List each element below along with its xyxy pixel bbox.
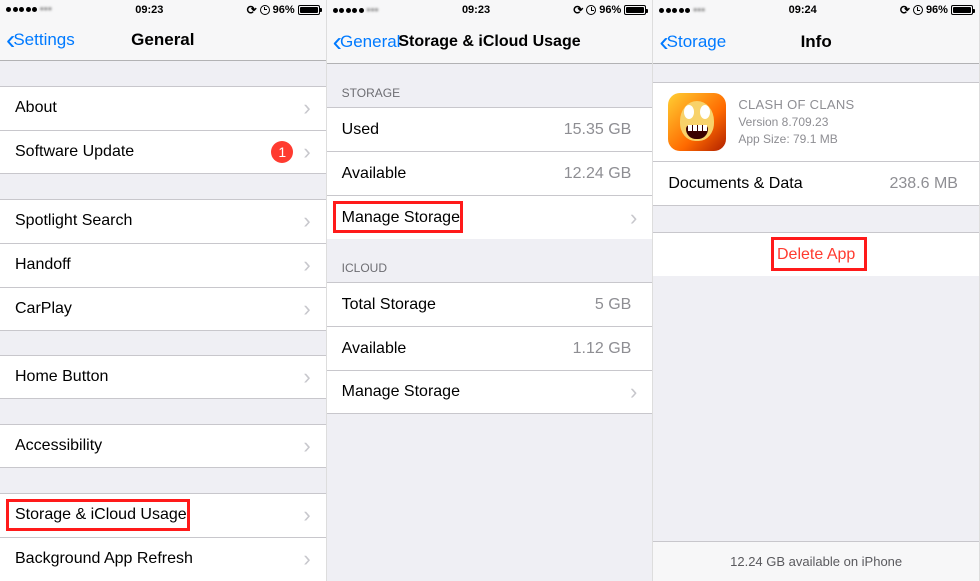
update-badge: 1 (271, 141, 293, 163)
back-label: Settings (13, 30, 74, 50)
nav-bar: ‹ General Storage & iCloud Usage (327, 20, 653, 64)
rotation-lock-icon: ⟳ (247, 5, 257, 15)
status-time: 09:23 (135, 4, 163, 16)
nav-bar: ‹ Storage Info (653, 20, 979, 64)
row-value: 5 GB (595, 296, 631, 314)
chevron-right-icon: › (303, 257, 310, 273)
row-spotlight[interactable]: Spotlight Search › (0, 199, 326, 243)
status-bar: ▪▪▪ 09:24 ⟳ 96% (653, 0, 979, 20)
battery-pct: 96% (273, 4, 295, 16)
row-manage-storage[interactable]: Manage Storage › (327, 195, 653, 239)
row-value: 15.35 GB (564, 121, 632, 139)
row-label: Manage Storage (342, 383, 630, 401)
status-bar: ▪▪▪ 09:23 ⟳ 96% (327, 0, 653, 20)
battery-icon (951, 5, 973, 15)
app-version: Version 8.709.23 (738, 114, 854, 131)
status-time: 09:24 (789, 4, 817, 16)
battery-icon (624, 5, 646, 15)
row-label: Software Update (15, 143, 271, 161)
group-header-storage: Storage (327, 64, 653, 107)
status-time: 09:23 (462, 4, 490, 16)
row-label: Documents & Data (668, 175, 889, 193)
row-handoff[interactable]: Handoff › (0, 243, 326, 287)
row-label: Background App Refresh (15, 550, 303, 568)
nav-bar: ‹ Settings General (0, 19, 326, 61)
app-size: App Size: 79.1 MB (738, 131, 854, 148)
alarm-icon (260, 5, 270, 15)
rotation-lock-icon: ⟳ (900, 5, 910, 15)
screen-app-info: ▪▪▪ 09:24 ⟳ 96% ‹ Storage Info CLASH OF … (653, 0, 980, 581)
row-label: Storage & iCloud Usage (15, 506, 303, 524)
app-info-card: CLASH OF CLANS Version 8.709.23 App Size… (653, 82, 979, 162)
chevron-right-icon: › (303, 551, 310, 567)
row-label: About (15, 99, 303, 117)
carrier-label: ▪▪▪ (367, 5, 379, 16)
alarm-icon (913, 5, 923, 15)
battery-pct: 96% (926, 4, 948, 16)
chevron-right-icon: › (303, 369, 310, 385)
storage-footer: 12.24 GB available on iPhone (653, 541, 979, 581)
battery-pct: 96% (599, 4, 621, 16)
row-documents-data: Documents & Data 238.6 MB (653, 162, 979, 206)
row-used: Used 15.35 GB (327, 107, 653, 151)
chevron-right-icon: › (630, 210, 637, 226)
signal-dots-icon (6, 7, 37, 12)
row-value: 238.6 MB (889, 175, 957, 193)
chevron-right-icon: › (303, 100, 310, 116)
back-button[interactable]: ‹ General (327, 32, 401, 52)
row-accessibility[interactable]: Accessibility › (0, 424, 326, 468)
alarm-icon (586, 5, 596, 15)
screen-storage-icloud: ▪▪▪ 09:23 ⟳ 96% ‹ General Storage & iClo… (327, 0, 654, 581)
rotation-lock-icon: ⟳ (573, 5, 583, 15)
row-about[interactable]: About › (0, 86, 326, 130)
row-label: Accessibility (15, 437, 303, 455)
row-label: Handoff (15, 256, 303, 274)
status-bar: ▪▪▪ 09:23 ⟳ 96% (0, 0, 326, 19)
row-label: Used (342, 121, 564, 139)
row-icloud-available: Available 1.12 GB (327, 326, 653, 370)
row-carplay[interactable]: CarPlay › (0, 287, 326, 331)
row-home-button[interactable]: Home Button › (0, 355, 326, 399)
chevron-right-icon: › (303, 213, 310, 229)
delete-app-button[interactable]: Delete App (653, 232, 979, 276)
signal-dots-icon (659, 8, 690, 13)
back-label: Storage (667, 32, 727, 52)
row-label: Total Storage (342, 296, 595, 314)
carrier-label: ▪▪▪ (40, 4, 52, 15)
battery-icon (298, 5, 320, 15)
row-label: Available (342, 340, 573, 358)
carrier-label: ▪▪▪ (693, 5, 705, 16)
back-button[interactable]: ‹ Storage (653, 32, 726, 52)
delete-app-label: Delete App (777, 246, 855, 264)
chevron-right-icon: › (630, 384, 637, 400)
row-icloud-manage-storage[interactable]: Manage Storage › (327, 370, 653, 414)
row-background-refresh[interactable]: Background App Refresh › (0, 537, 326, 581)
group-header-icloud: iCloud (327, 239, 653, 282)
app-icon (668, 93, 726, 151)
row-label: Available (342, 165, 564, 183)
chevron-right-icon: › (303, 438, 310, 454)
footer-text: 12.24 GB available on iPhone (730, 554, 902, 569)
signal-dots-icon (333, 8, 364, 13)
row-available: Available 12.24 GB (327, 151, 653, 195)
row-label: CarPlay (15, 300, 303, 318)
chevron-right-icon: › (303, 301, 310, 317)
row-storage-icloud[interactable]: Storage & iCloud Usage › (0, 493, 326, 537)
back-button[interactable]: ‹ Settings (0, 30, 75, 50)
row-label: Manage Storage (342, 209, 630, 227)
back-label: General (340, 32, 400, 52)
screen-general: ▪▪▪ 09:23 ⟳ 96% ‹ Settings General About… (0, 0, 327, 581)
row-value: 1.12 GB (573, 340, 632, 358)
chevron-right-icon: › (303, 144, 310, 160)
row-value: 12.24 GB (564, 165, 632, 183)
chevron-right-icon: › (303, 507, 310, 523)
app-name: CLASH OF CLANS (738, 96, 854, 114)
row-total-storage: Total Storage 5 GB (327, 282, 653, 326)
row-software-update[interactable]: Software Update 1 › (0, 130, 326, 174)
row-label: Home Button (15, 368, 303, 386)
row-label: Spotlight Search (15, 212, 303, 230)
